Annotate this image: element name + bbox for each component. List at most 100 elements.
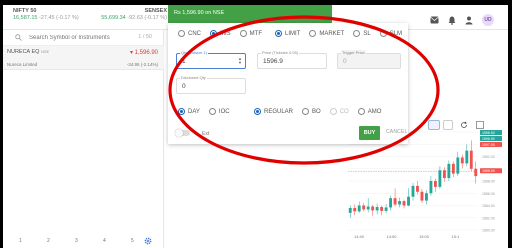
candle-body [429, 181, 433, 194]
radio-button[interactable] [329, 108, 337, 115]
trigger-price-label: Trigger Price [341, 50, 366, 55]
x-tick-label: 15:00 [419, 234, 430, 239]
index-sensex[interactable]: SENSEX 55,699.34 -92.63 (-0.17 %) [91, 8, 167, 21]
validity-day[interactable]: DAY [178, 108, 200, 115]
frame-right [508, 0, 512, 248]
index-nifty[interactable]: NIFTY 50 16,587.15 -27.45 (-0.17 %) [13, 8, 79, 21]
radio-button[interactable] [178, 108, 185, 115]
cancel-button[interactable]: CANCEL [386, 129, 407, 135]
candle-body [469, 150, 473, 169]
qty-field[interactable]: Qty (Lotsize 1) 1 ▲ ▼ [176, 50, 246, 69]
trigger-price-field[interactable]: Trigger Price 0 [337, 50, 401, 69]
watchlist-search: 1 / 50 [3, 30, 164, 46]
bell-icon[interactable] [448, 16, 456, 25]
option-label: MARKET [319, 30, 345, 37]
candle-body [407, 196, 410, 206]
watchlist-symbol: NURECA EQ NSE [7, 49, 50, 55]
radio-button[interactable] [309, 30, 317, 37]
variety-amo[interactable]: AMO [357, 108, 382, 115]
validity-options: DAY IOC [178, 108, 239, 115]
index-name: SENSEX [144, 8, 167, 14]
variety-regular[interactable]: REGULAR [254, 108, 293, 115]
option-label: MIS [220, 30, 231, 37]
order-type-limit[interactable]: LIMIT [275, 30, 300, 37]
price-tag-label: 1596.90 [482, 131, 495, 135]
gear-icon[interactable] [144, 237, 152, 245]
radio-button[interactable] [302, 108, 310, 115]
search-input[interactable] [29, 32, 149, 44]
y-tick-label: 1586.00 [482, 192, 495, 196]
candle-body [357, 205, 361, 212]
candle-body [416, 185, 419, 192]
page-tab[interactable]: 1 [19, 238, 47, 244]
radio-button[interactable] [379, 30, 387, 37]
option-label: CO [339, 108, 349, 115]
y-tick-label: 1592.00 [482, 155, 495, 159]
index-ltp: 55,699.34 [101, 15, 126, 21]
page-tab[interactable]: 4 [103, 238, 131, 244]
extended-toggle[interactable] [175, 129, 190, 137]
watchlist-price: ▾ 1,596.90 [129, 50, 158, 56]
order-window: CNC MIS MTF LIMIT MARKET SL SLM Qty (Lot… [168, 23, 408, 144]
radio-button[interactable] [275, 30, 282, 37]
price-field[interactable]: Price (Ticksize 0.05) 1596.9 [257, 50, 327, 69]
index-change: -27.45 (-0.17 %) [39, 15, 79, 21]
candle-body [389, 198, 393, 208]
candle-body [425, 193, 428, 201]
index-change: -92.63 (-0.17 %) [127, 15, 167, 21]
user-icon[interactable] [465, 16, 473, 25]
qty-stepper[interactable]: ▲ ▼ [238, 57, 242, 65]
disclosed-qty-label: Disclosed Qty [180, 75, 207, 80]
page-tab[interactable]: 2 [47, 238, 75, 244]
variety-bo[interactable]: BO [302, 108, 321, 115]
watchlist-change: -34.95 (-2.14%) [126, 62, 158, 67]
candle-body [371, 206, 375, 211]
order-type-slm[interactable]: SLM [379, 30, 402, 37]
price-label: Price (Ticksize 0.05) [261, 50, 300, 55]
variety-co[interactable]: CO [329, 108, 349, 115]
option-label: REGULAR [264, 108, 294, 115]
trigger-price-value: 0 [343, 58, 347, 65]
cart-icon[interactable] [430, 16, 439, 24]
y-tick-label: 1584.00 [482, 204, 495, 208]
candle-body [474, 168, 478, 177]
product-cnc[interactable]: CNC [178, 30, 201, 37]
product-mtf[interactable]: MTF [239, 30, 262, 37]
candle-body [362, 205, 366, 210]
avatar[interactable]: UD [482, 14, 494, 26]
watchlist-pages: 1 2 3 4 5 [3, 235, 164, 247]
radio-button[interactable] [254, 108, 261, 115]
product-mis[interactable]: MIS [210, 30, 231, 37]
radio-button[interactable] [208, 108, 216, 115]
order-type-market[interactable]: MARKET [309, 30, 344, 37]
option-label: MTF [249, 30, 262, 37]
y-tick-label: 1580.00 [482, 229, 495, 233]
order-type-sl[interactable]: SL [353, 30, 371, 37]
index-ltp: 16,587.15 [13, 15, 38, 21]
candle-body [375, 206, 379, 211]
option-label: AMO [367, 108, 382, 115]
y-tick-label: 1588.00 [482, 180, 495, 184]
radio-button[interactable] [239, 30, 247, 37]
candle-body [411, 185, 415, 197]
candle-body [465, 150, 469, 164]
radio-button[interactable] [357, 108, 365, 115]
candle-body [398, 201, 401, 205]
option-label: CNC [188, 30, 201, 37]
candle-body [447, 163, 451, 179]
radio-button[interactable] [178, 30, 185, 37]
watchlist-item[interactable]: NURECA EQ NSE ▾ 1,596.90 [3, 46, 164, 61]
buy-button[interactable]: BUY [359, 126, 380, 140]
validity-ioc[interactable]: IOC [208, 108, 230, 115]
candle-body [348, 207, 352, 213]
price-toast: Rs 1,596.90 on NSE [168, 5, 332, 23]
watchlist-count: 1 / 50 [138, 34, 152, 40]
candle-body [402, 201, 406, 206]
radio-button[interactable] [353, 30, 361, 37]
watchlist-panel: 1 / 50 NURECA EQ NSE ▾ 1,596.90 Nureca L… [3, 30, 164, 248]
disclosed-qty-field[interactable]: Disclosed Qty 0 [176, 75, 246, 94]
page-tab[interactable]: 3 [75, 238, 103, 244]
x-tick-label: 14:40 [354, 234, 365, 239]
candle-body [393, 198, 397, 205]
radio-button[interactable] [210, 30, 217, 37]
